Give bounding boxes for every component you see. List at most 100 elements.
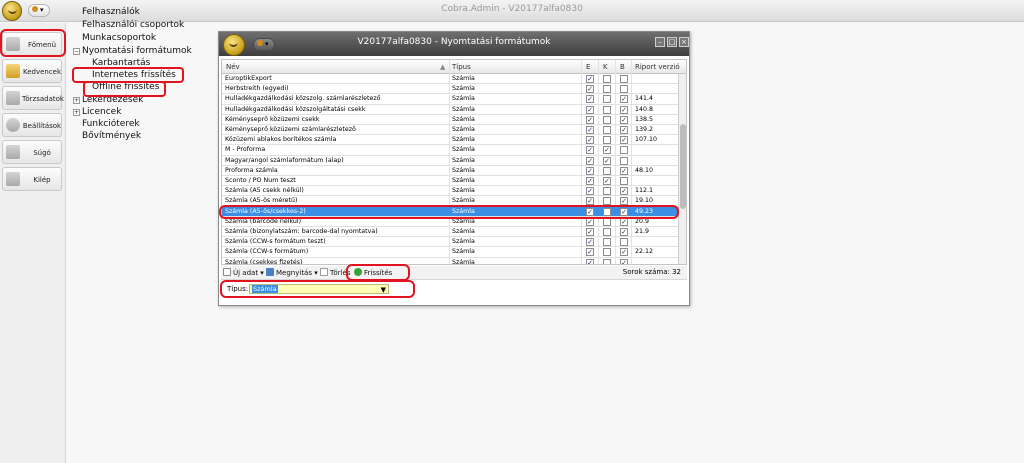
checkbox-b[interactable]: ✓ <box>620 126 628 134</box>
checkbox-k[interactable]: ✓ <box>603 177 611 185</box>
tree-item[interactable]: Munkacsoportok <box>82 33 156 43</box>
delete-button[interactable]: Törlés <box>320 267 350 279</box>
checkbox-e[interactable]: ✓ <box>586 95 594 104</box>
checkbox-k[interactable] <box>603 258 611 264</box>
menu-button-fomenu[interactable]: Főmenü <box>2 32 62 56</box>
checkbox-b[interactable] <box>620 156 628 165</box>
chevron-down-icon[interactable]: ▼ <box>381 286 386 294</box>
table-row[interactable]: Magyar/angol számlaformátum (alap) Számla… <box>222 156 680 166</box>
checkbox-b[interactable] <box>620 85 628 94</box>
table-row[interactable]: Kéményseprő közüzemi csekk Számla ✓ ✓ 138.5 <box>222 115 680 125</box>
minimize-icon[interactable]: – <box>655 37 665 47</box>
type-filter-select[interactable]: Számla ▼ <box>249 284 389 294</box>
checkbox-e[interactable]: ✓ <box>586 217 594 226</box>
checkbox-b[interactable]: ✓ <box>620 258 628 264</box>
checkbox-b[interactable]: ✓ <box>620 197 628 206</box>
checkbox-e[interactable]: ✓ <box>586 105 594 114</box>
checkbox-e[interactable]: ✓ <box>586 258 594 264</box>
checkbox-e[interactable]: ✓ <box>586 238 594 247</box>
table-row[interactable]: Számla (csekkes fizetés) Számla ✓ ✓ <box>222 258 680 264</box>
tree-item[interactable]: Bővítmények <box>82 131 141 141</box>
menu-button-kedvencek[interactable]: Kedvencek <box>2 59 62 83</box>
grid-vertical-scrollbar[interactable] <box>678 74 686 264</box>
checkbox-e[interactable]: ✓ <box>586 85 594 94</box>
table-row[interactable]: M - Proforma Számla ✓ ✓ <box>222 145 680 156</box>
tree-item[interactable]: Funkcióterek <box>82 119 140 129</box>
checkbox-b[interactable]: ✓ <box>620 187 628 196</box>
table-row[interactable]: Herbstreith (egyedi) Számla ✓ <box>222 84 680 95</box>
table-row[interactable]: Hulladékgazdálkodási közszolgáltatási cs… <box>222 105 680 115</box>
checkbox-k[interactable] <box>603 207 611 216</box>
checkbox-k[interactable] <box>603 95 611 104</box>
checkbox-b[interactable] <box>620 75 628 83</box>
checkbox-b[interactable] <box>620 177 628 185</box>
close-icon[interactable]: × <box>679 37 689 47</box>
table-row[interactable]: Számla (bárcode nélkül) Számla ✓ ✓ 20.9 <box>222 217 680 227</box>
table-row[interactable]: Számla (A5-ös méretű) Számla ✓ ✓ 19.10 <box>222 196 680 207</box>
table-row[interactable]: EuroptikExport Számla ✓ <box>222 74 680 85</box>
table-row[interactable]: Kéményseprő közüzemi számlarészletező Szá… <box>222 125 680 136</box>
table-row[interactable]: Közüzemi ablakos borítékos számla Számla ✓… <box>222 135 680 146</box>
menu-button-beallitasok[interactable]: Beállítások <box>2 113 62 137</box>
column-header-e[interactable]: E <box>586 63 590 71</box>
checkbox-k[interactable] <box>603 166 611 175</box>
table-row[interactable]: Számla (A5-ös/csekkes-2) Számla ✓ ✓ 49.23 <box>222 206 680 217</box>
checkbox-k[interactable]: ✓ <box>603 146 611 155</box>
checkbox-b[interactable]: ✓ <box>620 115 628 124</box>
tree-item[interactable]: Licencek <box>82 107 121 117</box>
checkbox-e[interactable]: ✓ <box>586 146 594 155</box>
tree-item[interactable]: Nyomtatási formátumok <box>82 46 192 56</box>
checkbox-k[interactable] <box>603 105 611 114</box>
checkbox-e[interactable]: ✓ <box>586 197 594 206</box>
checkbox-b[interactable] <box>620 238 628 247</box>
checkbox-k[interactable] <box>603 126 611 134</box>
checkbox-e[interactable]: ✓ <box>586 248 594 257</box>
checkbox-k[interactable] <box>603 136 611 145</box>
checkbox-k[interactable] <box>603 228 611 236</box>
column-header-k[interactable]: K <box>603 63 608 71</box>
checkbox-k[interactable] <box>603 75 611 83</box>
checkbox-k[interactable] <box>603 238 611 247</box>
checkbox-e[interactable]: ✓ <box>586 156 594 165</box>
checkbox-b[interactable]: ✓ <box>620 248 628 257</box>
checkbox-k[interactable] <box>603 217 611 226</box>
tree-expand-icon[interactable]: + <box>73 97 80 104</box>
tree-expand-icon[interactable]: + <box>73 109 80 116</box>
maximize-icon[interactable]: □ <box>667 37 677 47</box>
checkbox-b[interactable]: ✓ <box>620 95 628 104</box>
checkbox-e[interactable]: ✓ <box>586 187 594 196</box>
tree-item[interactable]: Offline frissítés <box>92 82 159 92</box>
tree-item[interactable]: Karbantartás <box>92 58 150 68</box>
table-row[interactable]: Proforma számla Számla ✓ ✓ 48.10 <box>222 166 680 176</box>
tree-collapse-icon[interactable]: − <box>73 48 80 55</box>
checkbox-b[interactable]: ✓ <box>620 207 628 216</box>
tree-item[interactable]: Felhasználói csoportok <box>82 20 184 30</box>
checkbox-e[interactable]: ✓ <box>586 115 594 124</box>
checkbox-e[interactable]: ✓ <box>586 126 594 134</box>
checkbox-k[interactable] <box>603 187 611 196</box>
table-row[interactable]: Számla (CCW-s formátum teszt) Számla ✓ <box>222 237 680 248</box>
checkbox-e[interactable]: ✓ <box>586 228 594 236</box>
table-row[interactable]: Számla (A5 csekk nélkül) Számla ✓ ✓ 112.1 <box>222 186 680 197</box>
checkbox-k[interactable] <box>603 197 611 206</box>
column-header-type[interactable]: Típus <box>452 63 471 71</box>
column-header-version[interactable]: Riport verzió <box>635 63 680 71</box>
table-row[interactable]: Hulladékgazdálkodási közszolg. számlarés… <box>222 94 680 105</box>
table-row[interactable]: Sconto / PO Num teszt Számla ✓ ✓ <box>222 176 680 187</box>
table-row[interactable]: Számla (CCW-s formátum) Számla ✓ ✓ 22.12 <box>222 247 680 258</box>
checkbox-k[interactable] <box>603 248 611 257</box>
open-button[interactable]: Megnyitás ▾ <box>266 267 318 279</box>
tree-item[interactable]: Lekérdezések <box>82 95 143 105</box>
menu-button-sugo[interactable]: Súgó <box>2 140 62 164</box>
refresh-button[interactable]: Frissítés <box>354 267 392 279</box>
menu-button-kilep[interactable]: Kilép <box>2 167 62 191</box>
menu-button-torzsadatok[interactable]: Törzsadatok <box>2 86 64 110</box>
checkbox-b[interactable]: ✓ <box>620 136 628 145</box>
table-row[interactable]: Számla (bizonylatszám: barcode-dal nyomt… <box>222 227 680 238</box>
checkbox-k[interactable]: ✓ <box>603 156 611 165</box>
checkbox-b[interactable]: ✓ <box>620 228 628 236</box>
column-header-name[interactable]: Név <box>226 63 240 71</box>
tree-item[interactable]: Internetes frissítés <box>92 70 176 80</box>
new-button[interactable]: Új adat ▾ <box>223 267 264 279</box>
checkbox-e[interactable]: ✓ <box>586 207 594 216</box>
